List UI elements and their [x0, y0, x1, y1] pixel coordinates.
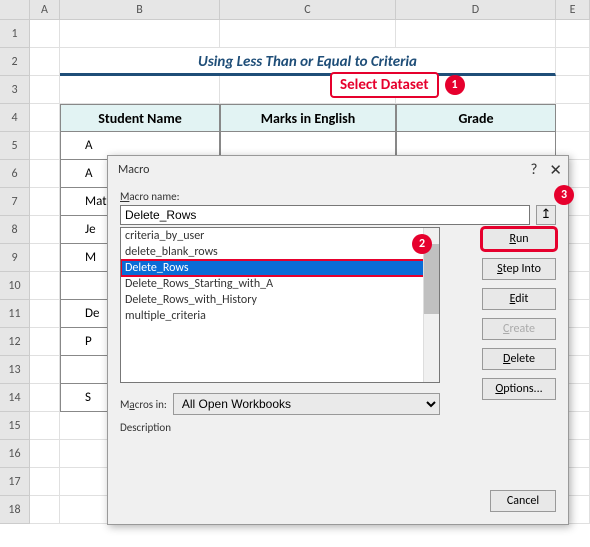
close-icon[interactable]: ✕ [549, 161, 562, 180]
row-head[interactable]: 15 [0, 412, 30, 440]
list-item[interactable]: Delete_Rows_with_History [121, 292, 439, 308]
row-head[interactable]: 14 [0, 384, 30, 412]
list-item[interactable]: delete_blank_rows [121, 244, 439, 260]
col-head-b[interactable]: B [60, 0, 220, 19]
row-head[interactable]: 11 [0, 300, 30, 328]
macro-name-input[interactable] [120, 205, 530, 225]
col-head-e[interactable]: E [556, 0, 590, 19]
row-head[interactable]: 6 [0, 160, 30, 188]
run-button[interactable]: Run [482, 228, 556, 250]
col-head-a[interactable]: A [30, 0, 60, 19]
column-headers: A B C D E [0, 0, 590, 20]
col-head-c[interactable]: C [220, 0, 396, 19]
macro-dialog: Macro ? ✕ Macro name: ↥ criteria_by_user… [107, 155, 569, 525]
row-head[interactable]: 2 [0, 48, 30, 76]
help-icon[interactable]: ? [530, 161, 537, 180]
callout-select-dataset: Select Dataset 1 [330, 72, 465, 98]
row-head[interactable]: 1 [0, 20, 30, 48]
callout-label: Select Dataset [330, 72, 439, 98]
list-item[interactable]: criteria_by_user [121, 228, 439, 244]
options-button[interactable]: Options... [482, 378, 556, 400]
row-head[interactable]: 16 [0, 440, 30, 468]
create-button: Create [482, 318, 556, 340]
reference-icon[interactable]: ↥ [536, 205, 556, 225]
cancel-button[interactable]: Cancel [490, 490, 556, 512]
dialog-title: Macro [118, 163, 149, 177]
row-head[interactable]: 12 [0, 328, 30, 356]
step-badge-2: 2 [412, 234, 432, 254]
col-head-d[interactable]: D [396, 0, 556, 19]
step-badge-3: 3 [554, 185, 574, 205]
table-header-marks: Marks in English [220, 104, 396, 132]
table-header-name: Student Name [60, 104, 220, 132]
sheet-title: Using Less Than or Equal to Criteria [60, 48, 556, 76]
delete-button[interactable]: Delete [482, 348, 556, 370]
macros-in-select[interactable]: All Open Workbooks [173, 393, 440, 415]
list-item[interactable]: Delete_Rows_Starting_with_A [121, 276, 439, 292]
macro-listbox[interactable]: criteria_by_user delete_blank_rows Delet… [120, 227, 440, 383]
table-header-grade: Grade [396, 104, 556, 132]
row-head[interactable]: 9 [0, 244, 30, 272]
list-item[interactable]: multiple_criteria [121, 308, 439, 324]
row-head[interactable]: 13 [0, 356, 30, 384]
row-head[interactable]: 18 [0, 496, 30, 524]
select-all-corner[interactable] [0, 0, 30, 19]
row-head[interactable]: 3 [0, 76, 30, 104]
row-head[interactable]: 17 [0, 468, 30, 496]
list-item-selected[interactable]: Delete_Rows [121, 260, 439, 276]
macros-in-label: Macros in: [120, 398, 167, 411]
dialog-titlebar[interactable]: Macro ? ✕ [108, 156, 568, 184]
step-into-button[interactable]: Step Into [482, 258, 556, 280]
row-head[interactable]: 4 [0, 104, 30, 132]
edit-button[interactable]: Edit [482, 288, 556, 310]
row-head[interactable]: 8 [0, 216, 30, 244]
macro-name-label: Macro name: [120, 190, 556, 203]
row-head[interactable]: 10 [0, 272, 30, 300]
step-badge-1: 1 [445, 75, 465, 95]
row-head[interactable]: 7 [0, 188, 30, 216]
row-head[interactable]: 5 [0, 132, 30, 160]
description-label: Description [120, 421, 556, 434]
